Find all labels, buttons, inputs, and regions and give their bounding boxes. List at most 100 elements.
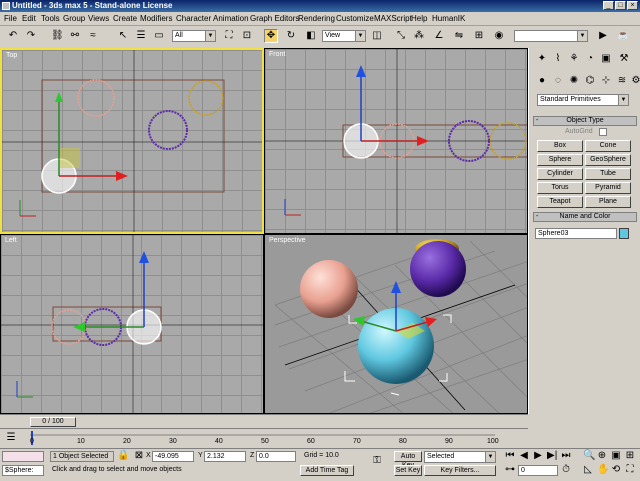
motion-tab-icon[interactable]: ◔ [583, 52, 597, 66]
space-warps-icon[interactable]: ≋ [615, 74, 629, 88]
go-to-end-icon[interactable]: ⏭ [560, 449, 572, 463]
menu-create[interactable]: Create [113, 14, 137, 23]
menu-graph-editors[interactable]: Graph Editors [250, 14, 299, 23]
track-bar[interactable]: ☰ 0 10 20 30 40 50 60 70 80 90 100 [0, 428, 528, 449]
zoom-extents-all-icon[interactable]: ⊞ [624, 449, 636, 463]
box-button[interactable]: Box [537, 140, 583, 152]
create-tab-icon[interactable]: ✦ [535, 52, 549, 66]
selection-filter-dropdown[interactable]: All ▼ [172, 30, 216, 42]
cylinder-button[interactable]: Cylinder [537, 168, 583, 180]
rectangular-selection-icon[interactable]: ▭ [152, 29, 166, 43]
auto-key-button[interactable]: Auto Key [394, 451, 422, 469]
select-by-name-icon[interactable]: ☰ [134, 29, 148, 43]
zoom-icon[interactable]: 🔍 [582, 449, 595, 463]
key-filters-button[interactable]: Key Filters... [424, 465, 496, 476]
quick-render-icon[interactable]: ☕ [616, 29, 630, 43]
time-configuration-icon[interactable]: ⏱ [560, 463, 572, 477]
geometry-icon[interactable]: ● [535, 74, 549, 88]
viewport-perspective[interactable]: Perspective [264, 234, 528, 414]
angle-snap-icon[interactable]: ∠ [432, 29, 446, 43]
render-scene-icon[interactable]: ▶ [596, 29, 610, 43]
key-mode-toggle-icon[interactable]: ⊶ [504, 463, 516, 477]
geosphere-button[interactable]: GeoSphere [585, 154, 631, 166]
pan-icon[interactable]: ✋ [596, 463, 609, 477]
cameras-icon[interactable]: ⌬ [583, 74, 597, 88]
window-crossing-icon[interactable]: ⊡ [240, 29, 254, 43]
autogrid-checkbox[interactable] [599, 128, 607, 136]
teapot-button[interactable]: Teapot [537, 196, 583, 208]
named-selection-dropdown[interactable]: ▼ [514, 30, 588, 42]
bind-space-warp-icon[interactable]: ≈ [86, 29, 100, 43]
maximize-button[interactable]: □ [615, 1, 626, 10]
undo-icon[interactable]: ↶ [6, 29, 20, 43]
material-editor-icon[interactable]: ◉ [492, 29, 506, 43]
select-object-icon[interactable]: ↖ [116, 29, 130, 43]
y-coordinate-field[interactable]: 2.132 [204, 451, 246, 462]
zoom-all-icon[interactable]: ⊕ [596, 449, 608, 463]
menu-customize[interactable]: Customize [336, 14, 374, 23]
select-and-link-icon[interactable]: ⛶ [222, 29, 236, 43]
field-of-view-icon[interactable]: ◺ [582, 463, 594, 477]
go-to-start-icon[interactable]: ⏮ [504, 449, 516, 463]
z-coordinate-field[interactable]: 0.0 [256, 451, 296, 462]
pivot-center-icon[interactable]: ◫ [370, 29, 384, 43]
plane-button[interactable]: Plane [585, 196, 631, 208]
redo-icon[interactable]: ↷ [24, 29, 38, 43]
current-frame-field[interactable]: 0 [518, 465, 558, 476]
time-slider-thumb[interactable]: 0 / 100 [30, 417, 76, 427]
utilities-tab-icon[interactable]: ⚒ [617, 52, 631, 66]
set-key-button[interactable]: Set Key [394, 465, 422, 476]
menu-animation[interactable]: Animation [213, 14, 249, 23]
maxscript-mini-listener-top[interactable] [2, 451, 44, 462]
minimize-button[interactable]: _ [603, 1, 614, 10]
link-icon[interactable]: ⛓ [50, 29, 64, 43]
close-button[interactable]: × [627, 1, 638, 10]
lights-icon[interactable]: ✺ [567, 74, 581, 88]
torus-button[interactable]: Torus [537, 182, 583, 194]
menu-tools[interactable]: Tools [41, 14, 60, 23]
menu-group[interactable]: Group [63, 14, 85, 23]
snap-toggle-icon[interactable]: ⁂ [412, 29, 426, 43]
add-time-tag-button[interactable]: Add Time Tag [300, 465, 354, 476]
object-name-field[interactable]: Sphere03 [535, 228, 617, 239]
key-icon[interactable]: ⚿ [368, 454, 386, 468]
sphere-button[interactable]: Sphere [537, 154, 583, 166]
viewport-left[interactable]: Left [0, 234, 264, 414]
viewport-top[interactable]: Top [0, 48, 264, 234]
shapes-icon[interactable]: ◌ [551, 74, 565, 88]
viewport-front[interactable]: Front [264, 48, 528, 234]
menu-file[interactable]: File [4, 14, 17, 23]
select-and-scale-icon[interactable]: ◧ [304, 29, 318, 43]
object-type-rollout[interactable]: - Object Type [533, 116, 637, 126]
absolute-mode-icon[interactable]: ⊠ [132, 449, 146, 463]
next-frame-icon[interactable]: ▶| [546, 449, 558, 463]
maxscript-mini-listener[interactable]: $Sphere: [2, 465, 44, 476]
mirror-icon[interactable]: ⇋ [452, 29, 466, 43]
zoom-extents-icon[interactable]: ▣ [610, 449, 622, 463]
name-and-color-rollout[interactable]: - Name and Color [533, 212, 637, 222]
menu-rendering[interactable]: Rendering [298, 14, 335, 23]
select-and-manipulate-icon[interactable]: ⤡ [394, 29, 408, 43]
category-dropdown[interactable]: Standard Primitives ▼ [537, 94, 629, 106]
menu-help[interactable]: Help [411, 14, 427, 23]
menu-humanik[interactable]: HumanIK [432, 14, 465, 23]
menu-character[interactable]: Character [176, 14, 211, 23]
tube-button[interactable]: Tube [585, 168, 631, 180]
modify-tab-icon[interactable]: ⌇ [551, 52, 565, 66]
app-icon[interactable] [2, 2, 10, 10]
reference-coordinate-dropdown[interactable]: View ▼ [322, 30, 366, 42]
hierarchy-tab-icon[interactable]: ⚘ [567, 52, 581, 66]
pyramid-button[interactable]: Pyramid [585, 182, 631, 194]
x-coordinate-field[interactable]: -49.095 [152, 451, 194, 462]
menu-maxscript[interactable]: MAXScript [374, 14, 412, 23]
align-icon[interactable]: ⊞ [472, 29, 486, 43]
select-and-move-icon[interactable]: ✥ [264, 29, 278, 43]
maximize-viewport-icon[interactable]: ⛶ [624, 463, 636, 477]
menu-views[interactable]: Views [88, 14, 109, 23]
previous-frame-icon[interactable]: ◀ [518, 449, 530, 463]
select-and-rotate-icon[interactable]: ↻ [284, 29, 298, 43]
time-slider[interactable]: 0 / 100 [0, 414, 528, 429]
unlink-icon[interactable]: ⚯ [68, 29, 82, 43]
display-tab-icon[interactable]: ▣ [599, 52, 613, 66]
play-icon[interactable]: ▶ [532, 449, 544, 463]
